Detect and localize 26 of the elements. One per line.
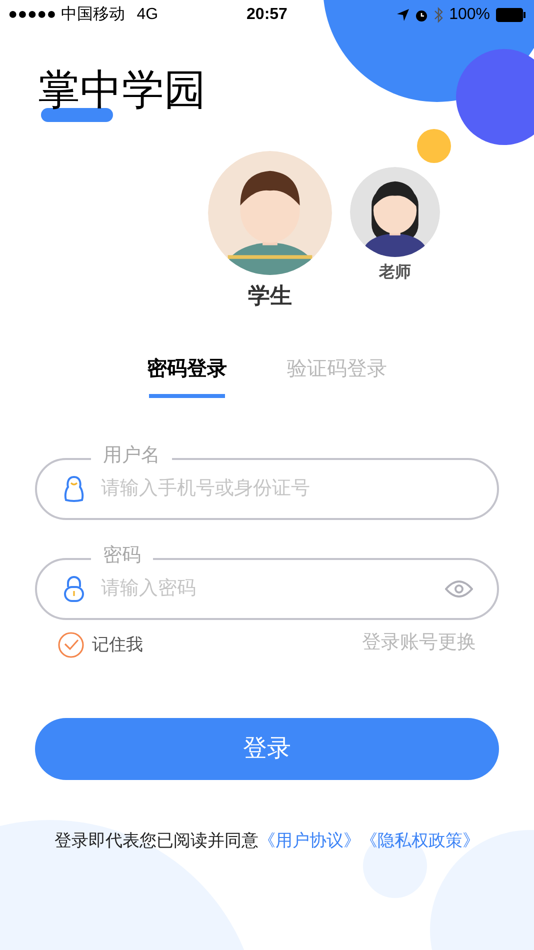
remember-checkbox[interactable] — [58, 632, 84, 658]
lock-icon — [63, 575, 85, 603]
switch-account-link[interactable]: 登录账号更换 — [362, 628, 476, 658]
remember-label: 记住我 — [92, 634, 143, 656]
app-title: 掌中学园 — [38, 70, 206, 110]
login-tab[interactable]: 密码登录 — [147, 354, 227, 398]
eye-icon[interactable] — [445, 580, 473, 598]
agreement-text: 登录即代表您已阅读并同意《用户协议》《隐私权政策》 — [54, 830, 480, 852]
network-label: 4G — [136, 5, 158, 25]
carrier-label: ●●●●● 中国移动 — [8, 4, 125, 25]
battery-icon — [496, 8, 526, 22]
location-arrow-icon — [397, 9, 410, 21]
battery-percent: 100% — [449, 5, 490, 25]
login-button[interactable]: 登录 — [35, 718, 499, 780]
input-field[interactable]: 请输入密码 — [101, 574, 445, 604]
alarm-icon — [415, 8, 428, 22]
bluetooth-icon — [434, 7, 444, 23]
login-tab[interactable]: 验证码登录 — [287, 354, 387, 398]
agreement-link[interactable]: 《隐私权政策》 — [360, 831, 480, 850]
agreement-link[interactable]: 《用户协议》 — [258, 831, 360, 850]
role-button[interactable]: 老师 — [350, 167, 440, 285]
clock-time: 20:57 — [246, 5, 288, 25]
user-icon — [63, 475, 85, 503]
title-underline — [41, 108, 113, 122]
input-field[interactable]: 请输入手机号或身份证号 — [101, 474, 473, 504]
role-button[interactable]: 学生 — [208, 151, 332, 312]
